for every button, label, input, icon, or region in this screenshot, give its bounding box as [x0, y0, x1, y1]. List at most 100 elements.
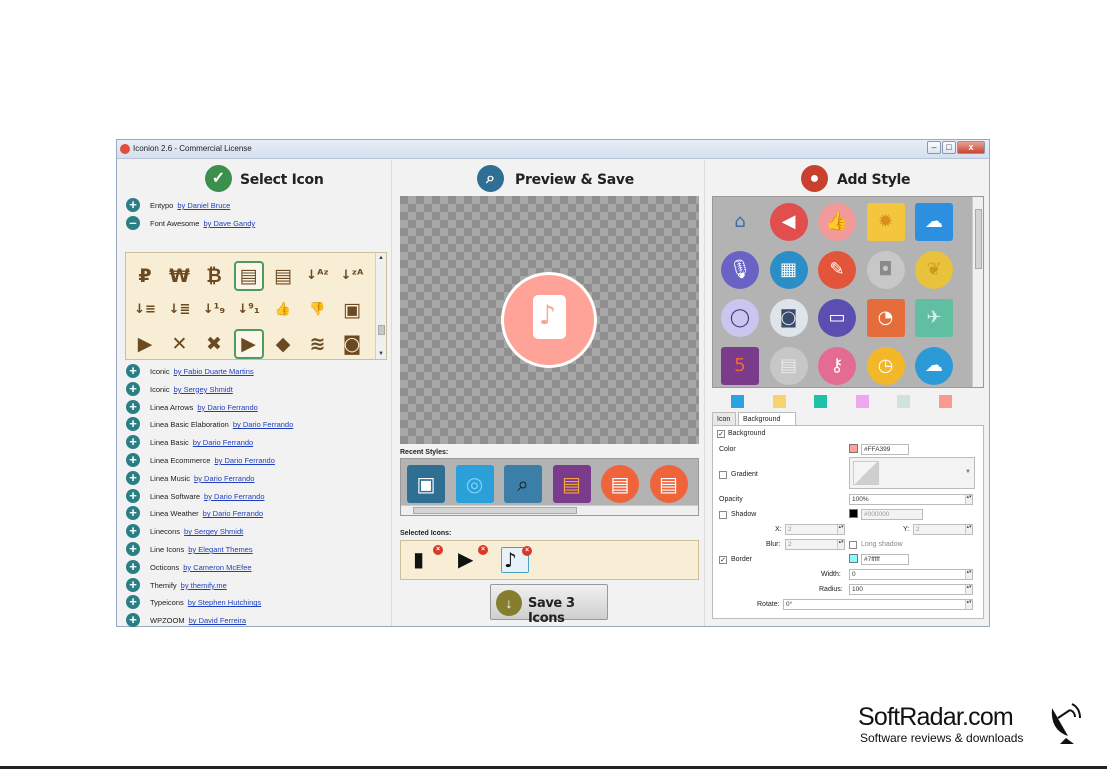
remove-icon[interactable]: × — [478, 545, 488, 555]
icon-pack-author-link[interactable]: by Dave Gandy — [203, 219, 255, 228]
sort-alpha-desc-icon[interactable]: ↓ᶻᴬ — [337, 261, 367, 291]
icon-pack-row[interactable]: + Linea Basic Elaboration by Dario Ferrand… — [126, 416, 386, 432]
rotate-field[interactable]: 0° ▴▾ — [783, 599, 973, 610]
expand-icon[interactable]: + — [126, 506, 140, 521]
youtube-square-icon[interactable]: ▣ — [337, 295, 367, 325]
icon-pack-row[interactable]: + Octicons by Cameron McEfee — [126, 559, 386, 575]
thumbs-up-preset-icon[interactable]: 👍 — [818, 203, 856, 241]
radius-field[interactable]: 100 ▴▾ — [849, 584, 973, 595]
border-checkbox[interactable]: ✓ — [719, 556, 727, 564]
youtube-play-icon[interactable]: ▶ — [233, 329, 264, 359]
contact-book-preset-icon[interactable]: ▦ — [769, 251, 808, 289]
icon-pack-author-link[interactable]: by Daniel Bruce — [177, 201, 230, 210]
icon-pack-author-link[interactable]: by Dario Ferrando — [197, 403, 257, 412]
icon-pack-author-link[interactable]: by Sergey Shmidt — [184, 527, 243, 536]
color-preset-swatch[interactable] — [855, 395, 869, 408]
shadow-color-field[interactable]: #000000 — [861, 509, 923, 520]
color-preset-swatch[interactable] — [772, 395, 786, 408]
collapse-icon[interactable]: – — [126, 216, 140, 230]
youtube-icon[interactable]: ▶ — [130, 329, 160, 359]
mic-preset-icon[interactable]: 🎙 — [721, 251, 759, 289]
icon-pack-row[interactable]: + Linea Software by Dario Ferrando — [126, 488, 386, 504]
tab-background[interactable]: Background — [738, 412, 796, 426]
gradient-picker[interactable]: ▼ — [849, 457, 975, 489]
expand-icon[interactable]: + — [126, 613, 140, 628]
sort-amount-desc-icon[interactable]: ↓≣ — [165, 295, 195, 325]
sort-numeric-desc-icon[interactable]: ↓⁹₁ — [234, 295, 264, 325]
icon-pack-row[interactable]: + Entypo by Daniel Bruce — [126, 197, 386, 213]
shadow-y-spinner[interactable]: ▴▾ — [965, 525, 972, 534]
gradient-checkbox[interactable] — [719, 471, 727, 479]
scroll-down-icon[interactable]: ▼ — [378, 351, 384, 357]
expand-icon[interactable]: + — [126, 435, 140, 450]
icon-pack-author-link[interactable]: by Dario Ferrando — [233, 420, 293, 429]
won-icon[interactable]: ₩ — [165, 261, 195, 291]
icon-pack-row[interactable]: + Iconic by Sergey Shmidt — [126, 381, 386, 397]
long-shadow-checkbox[interactable] — [849, 541, 857, 549]
icon-pack-author-link[interactable]: by David Ferreira — [189, 616, 247, 625]
image-style-icon[interactable]: ▣ — [407, 465, 445, 503]
color-field[interactable]: #FFA399 — [861, 444, 909, 455]
save-icons-button[interactable]: ↓ Save 3 Icons — [490, 584, 608, 626]
scroll-thumb[interactable] — [413, 507, 577, 514]
shadow-x-spinner[interactable]: ▴▾ — [837, 525, 844, 534]
scroll-up-icon[interactable]: ▲ — [378, 255, 384, 261]
icon-pack-author-link[interactable]: by Dario Ferrando — [194, 474, 254, 483]
expand-icon[interactable]: + — [126, 381, 140, 396]
icon-pack-author-link[interactable]: by themify.me — [181, 581, 227, 590]
doc-style-icon[interactable]: ▤ — [552, 465, 591, 503]
camera-outline-preset-icon[interactable]: ◘ — [866, 251, 905, 289]
xing-icon[interactable]: ✕ — [165, 329, 195, 359]
icon-pack-author-link[interactable]: by Dario Ferrando — [203, 509, 263, 518]
color-preset-swatch[interactable] — [897, 395, 910, 408]
maximize-button[interactable]: □ — [942, 141, 956, 154]
icon-pack-author-link[interactable]: by Dario Ferrando — [193, 438, 253, 447]
icon-pack-author-link[interactable]: by Dario Ferrando — [204, 492, 264, 501]
expand-icon[interactable]: + — [126, 542, 140, 556]
cloud-preset-icon[interactable]: ☁ — [915, 203, 953, 241]
icon-pack-author-link[interactable]: by Fabio Duarte Martins — [174, 367, 254, 376]
style-presets-scrollbar[interactable] — [972, 197, 983, 387]
remove-icon[interactable]: × — [522, 546, 532, 556]
chevron-down-icon[interactable]: ▼ — [965, 468, 971, 477]
color-preset-swatch[interactable] — [814, 395, 827, 408]
thumbs-up-icon[interactable]: 👍 — [268, 295, 298, 325]
tab-icon[interactable]: Icon — [712, 412, 736, 426]
shadow-x-field[interactable]: 2 ▴▾ — [785, 524, 845, 535]
html5-preset-icon[interactable]: 5 — [721, 347, 759, 385]
radius-spinner[interactable]: ▴▾ — [965, 585, 972, 594]
leaf-preset-icon[interactable]: ❦ — [915, 251, 953, 289]
icon-pack-row[interactable]: + Line Icons by Elegant Themes — [126, 541, 386, 557]
icon-pack-row[interactable]: + Linea Music by Dario Ferrando — [126, 470, 386, 486]
dropbox-icon[interactable]: ◆ — [268, 329, 298, 359]
expand-icon[interactable]: + — [126, 417, 140, 432]
icon-pack-row[interactable]: + Linea Weather by Dario Ferrando — [126, 505, 386, 521]
opacity-field[interactable]: 100% ▴▾ — [849, 494, 973, 505]
clock-preset-icon[interactable]: ◷ — [866, 347, 905, 385]
file-icon[interactable]: ▤ — [233, 261, 264, 291]
gear-preset-icon[interactable]: ✹ — [866, 203, 905, 241]
pie-chart-preset-icon[interactable]: ◔ — [866, 299, 905, 337]
speaker-preset-icon[interactable]: ◀ — [769, 203, 808, 241]
flashlight-preset-icon[interactable]: ✎ — [818, 251, 856, 289]
icon-pack-author-link[interactable]: by Elegant Themes — [188, 545, 252, 554]
key-preset-icon[interactable]: ⚷ — [818, 347, 856, 385]
xing-square-icon[interactable]: ✖ — [199, 329, 229, 359]
icon-pack-author-link[interactable]: by Sergey Shmidt — [174, 385, 233, 394]
expand-icon[interactable]: + — [126, 559, 140, 574]
icon-pack-row[interactable]: + Linea Arrows by Dario Ferrando — [126, 399, 386, 415]
cloud-upload-preset-icon[interactable]: ☁ — [915, 347, 953, 385]
icon-pack-row[interactable]: + Linea Ecommerce by Dario Ferrando — [126, 452, 386, 468]
color-preset-swatch[interactable] — [938, 395, 952, 408]
scroll-thumb[interactable] — [378, 325, 385, 335]
background-checkbox[interactable]: ✓ — [717, 430, 725, 438]
search-style-icon[interactable]: ⌕ — [504, 465, 542, 503]
border-color-field[interactable]: #7fffff — [861, 554, 909, 565]
recent-styles-scrollbar[interactable] — [401, 505, 698, 515]
shadow-y-field[interactable]: 2 ▴▾ — [913, 524, 973, 535]
shadow-color-swatch[interactable] — [849, 509, 858, 518]
expand-icon[interactable]: + — [126, 399, 140, 414]
ruble-icon[interactable]: ₽ — [130, 261, 160, 291]
border-color-swatch[interactable] — [849, 554, 858, 563]
icon-pack-row[interactable]: – Font Awesome by Dave Gandy — [126, 215, 386, 231]
